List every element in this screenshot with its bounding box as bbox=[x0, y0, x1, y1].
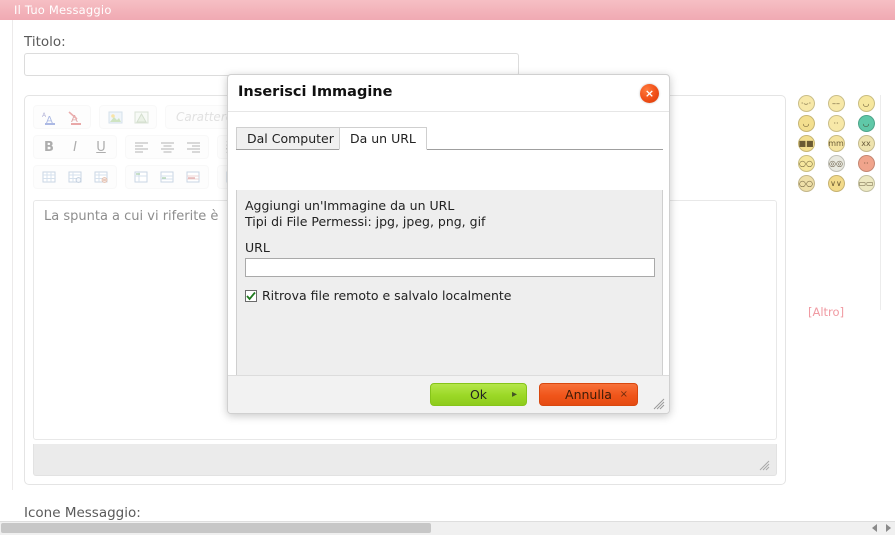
dialog-description-line1: Aggiungi un'Immagine da un URL bbox=[245, 198, 455, 213]
url-input[interactable] bbox=[245, 258, 655, 277]
insert-image-dialog: Inserisci Immagine × Dal Computer Da un … bbox=[227, 74, 670, 414]
emoticon-shocked[interactable]: mm bbox=[827, 135, 845, 152]
highlight-color-button[interactable]: A bbox=[63, 106, 87, 128]
ok-button-label: Ok bbox=[469, 387, 488, 402]
scroll-left-arrow-icon[interactable] bbox=[869, 523, 881, 533]
emoticon-scream[interactable]: ○○ bbox=[797, 175, 815, 192]
bold-button[interactable]: B bbox=[37, 136, 61, 158]
editor-content-text: La spunta a cui vi riferite è bbox=[44, 209, 219, 224]
emoticon-blush[interactable]: ·· bbox=[857, 155, 875, 172]
editor-resize-grip[interactable] bbox=[758, 459, 770, 471]
insert-row-button[interactable] bbox=[129, 166, 153, 188]
emoticon-glasses[interactable]: ▭▭ bbox=[857, 175, 875, 192]
emoticon-grin[interactable]: ◡ bbox=[857, 95, 875, 112]
url-label: URL bbox=[245, 240, 270, 255]
editor-status-bar bbox=[33, 444, 777, 476]
tabs-underline bbox=[236, 149, 663, 150]
ok-button[interactable]: Ok ▸ bbox=[430, 383, 527, 406]
toolbar-group-align bbox=[125, 135, 209, 159]
toolbar-group-style: B I U bbox=[33, 135, 117, 159]
insert-column-button[interactable] bbox=[155, 166, 179, 188]
dialog-resize-grip[interactable] bbox=[653, 398, 665, 410]
emoticon-laugh[interactable]: ◡ bbox=[797, 115, 815, 132]
underline-button[interactable]: U bbox=[89, 136, 113, 158]
emoticon-tongue[interactable]: ·· bbox=[827, 115, 845, 132]
tab-da-un-url[interactable]: Da un URL bbox=[339, 127, 427, 150]
toolbar-group-table bbox=[33, 165, 117, 189]
emoticon-green-grin[interactable]: ◡ bbox=[857, 115, 875, 132]
titolo-input[interactable] bbox=[24, 53, 519, 76]
check-icon bbox=[246, 291, 256, 300]
toolbar-group-rowcol bbox=[125, 165, 209, 189]
emoticon-grid: ·⌣· –– ◡ ◡ ·· ◡ ■■ mm xx ○○ ◎◎ ·· ○○ ∨∨ ▭▭ bbox=[792, 95, 880, 192]
retrieve-remote-file-label: Ritrova file remoto e salvalo localmente bbox=[262, 288, 512, 303]
dialog-description-line2: Tipi di File Permessi: jpg, jpeg, png, g… bbox=[245, 214, 486, 229]
dialog-close-button[interactable]: × bbox=[640, 84, 659, 103]
page-header-title: Il Tuo Messaggio bbox=[14, 3, 112, 17]
emoticon-more-link[interactable]: [Altro] bbox=[808, 305, 844, 319]
emoticon-smile[interactable]: ·⌣· bbox=[797, 95, 815, 112]
insert-emoticon-button[interactable] bbox=[129, 106, 153, 128]
page-header-bar: Il Tuo Messaggio bbox=[0, 0, 895, 21]
insert-table-button[interactable] bbox=[37, 166, 61, 188]
form-left-rail bbox=[0, 20, 13, 490]
toolbar-group-insert bbox=[99, 105, 157, 129]
toolbar-group-color: A A A bbox=[33, 105, 91, 129]
arrow-right-icon: ▸ bbox=[511, 389, 517, 400]
tab-dal-computer[interactable]: Dal Computer bbox=[236, 127, 345, 150]
titolo-label: Titolo: bbox=[24, 34, 66, 50]
scrollbar-thumb[interactable] bbox=[1, 523, 431, 533]
emoticon-nerd[interactable]: ◎◎ bbox=[827, 155, 845, 172]
align-center-button[interactable] bbox=[155, 136, 179, 158]
emoticon-angry[interactable]: ∨∨ bbox=[827, 175, 845, 192]
delete-table-button[interactable] bbox=[89, 166, 113, 188]
emoticon-dizzy[interactable]: xx bbox=[857, 135, 875, 152]
align-right-button[interactable] bbox=[181, 136, 205, 158]
cancel-button[interactable]: Annulla × bbox=[539, 383, 638, 406]
dialog-tabs: Dal Computer Da un URL bbox=[236, 127, 663, 151]
dialog-title: Inserisci Immagine bbox=[238, 84, 393, 100]
emoticon-surprised[interactable]: ○○ bbox=[797, 155, 815, 172]
retrieve-remote-file-row: Ritrova file remoto e salvalo localmente bbox=[245, 288, 511, 303]
align-left-button[interactable] bbox=[129, 136, 153, 158]
delete-row-button[interactable] bbox=[181, 166, 205, 188]
emoticon-neutral[interactable]: –– bbox=[827, 95, 845, 112]
italic-button[interactable]: I bbox=[63, 136, 87, 158]
icone-messaggio-label: Icone Messaggio: bbox=[24, 505, 141, 521]
dialog-description: Aggiungi un'Immagine da un URL Tipi di F… bbox=[245, 198, 485, 230]
table-properties-button[interactable] bbox=[63, 166, 87, 188]
dialog-footer: Ok ▸ Annulla × bbox=[228, 375, 669, 413]
scroll-right-arrow-icon[interactable] bbox=[882, 523, 894, 533]
emoticon-panel: ·⌣· –– ◡ ◡ ·· ◡ ■■ mm xx ○○ ◎◎ ·· ○○ ∨∨ ▭▭ [Altro] bbox=[792, 95, 882, 325]
close-icon: × bbox=[644, 87, 655, 100]
dialog-header: Inserisci Immagine × bbox=[228, 75, 669, 112]
font-color-button[interactable]: A A bbox=[37, 106, 61, 128]
emoticon-panel-divider bbox=[880, 95, 881, 310]
insert-image-button[interactable] bbox=[103, 106, 127, 128]
cancel-x-icon: × bbox=[619, 389, 628, 400]
cancel-button-label: Annulla bbox=[565, 387, 612, 402]
horizontal-scrollbar[interactable] bbox=[0, 521, 895, 535]
retrieve-remote-file-checkbox[interactable] bbox=[245, 289, 257, 302]
emoticon-sunglasses[interactable]: ■■ bbox=[797, 135, 815, 152]
app-root: Il Tuo Messaggio Titolo: A A A Carattere… bbox=[0, 0, 895, 535]
